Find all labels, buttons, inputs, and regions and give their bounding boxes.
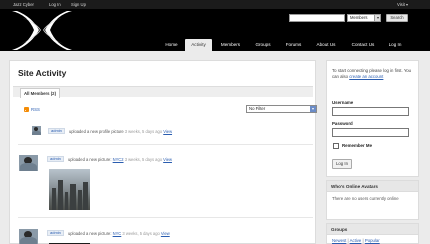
chevron-down-icon [374,15,380,21]
avatar[interactable] [19,155,38,171]
separator: | [347,238,349,243]
search-scope-value: Members [350,15,368,20]
nav-about-us[interactable]: About Us [309,39,343,51]
visit-label: Visit [397,2,405,7]
groups-newest-link[interactable]: Newest [332,238,346,243]
activity-action: uploaded a new picture: [68,156,112,162]
groups-filter-links: Newest | Active | Popular [332,238,380,243]
rss-feed[interactable]: RSS [24,106,40,112]
chevron-down-icon [406,3,409,6]
nav-home[interactable]: Home [158,39,185,51]
groups-popular-link[interactable]: Popular [365,238,380,243]
divider [18,144,313,145]
activity-action: uploaded a new profile picture [69,128,124,134]
activity-user-link[interactable]: admin [48,128,65,134]
activity-tabs: All Members (2) [13,86,313,98]
activity-time: 3 weeks, 5 days ago [122,230,160,236]
divider [18,217,313,218]
activity-text: uploaded a new picture: NYC2 3 weeks, 5 … [68,157,172,162]
activity-photo-link[interactable]: NYC2 [113,157,124,162]
activity-item: admin uploaded a new picture: NYC2 3 wee… [10,153,317,213]
rss-icon [24,106,29,112]
groups-title: Groups [327,224,418,235]
activity-view-link[interactable]: View [163,157,172,162]
password-label: Password [332,121,353,126]
activity-user-link[interactable]: admin [47,156,64,162]
activity-view-link[interactable]: View [161,231,170,236]
activity-time: 3 weeks, 5 days ago [124,128,163,134]
nav-forums[interactable]: Forums [280,39,307,51]
rss-link[interactable]: RSS [31,107,40,112]
login-widget: To start connecting please log in first.… [326,60,419,177]
main-content: Site Activity All Members (2) RSS No Fil… [9,60,317,244]
chevron-down-icon [310,106,316,112]
admin-bar-visit-menu[interactable]: Visit [397,2,409,7]
search-button[interactable]: Search [386,14,408,22]
whos-online-text: There are no users currently online [332,196,399,201]
separator: | [362,238,364,243]
create-account-link[interactable]: create an account [349,74,383,79]
admin-bar-signup-link[interactable]: Sign Up [71,2,86,7]
nav-contact-us[interactable]: Contact Us [345,39,381,51]
activity-photo-link[interactable]: NYC [113,231,122,236]
activity-text: uploaded a new picture: NYC 3 weeks, 5 d… [68,231,170,236]
username-label: Username [332,100,354,105]
admin-bar: Jazz Cyber Log In Sign Up Visit [0,0,430,9]
nav-activity[interactable]: Activity [185,39,212,51]
password-field[interactable] [332,128,409,137]
login-button[interactable]: Log In [332,159,352,169]
whos-online-widget: Who's Online Avatars There are no users … [326,180,419,220]
activity-user-link[interactable]: admin [47,230,64,236]
activity-text: uploaded a new profile picture 3 weeks, … [69,129,172,134]
groups-widget: Groups Newest | Active | Popular [326,223,419,244]
admin-bar-login-link[interactable]: Log In [49,2,61,7]
activity-filter-select[interactable]: No Filter [246,105,317,113]
page-title: Site Activity [18,68,67,78]
search-input[interactable] [289,14,345,22]
activity-photo-thumbnail[interactable] [49,169,90,210]
admin-bar-site-link[interactable]: Jazz Cyber [13,2,34,7]
tab-all-members[interactable]: All Members (2) [20,88,60,98]
activity-item: admin uploaded a new profile picture 3 w… [10,124,317,144]
login-intro: To start connecting please log in first.… [332,68,416,80]
activity-item: admin uploaded a new picture: NYC 3 week… [10,227,317,244]
activity-action: uploaded a new picture: [68,230,112,236]
whos-online-title: Who's Online Avatars [327,181,418,192]
avatar[interactable] [32,126,41,135]
nav-groups[interactable]: Groups [249,39,277,51]
activity-time: 3 weeks, 5 days ago [124,156,163,162]
activity-filter-value: No Filter [249,106,266,111]
site-header: Members Search Home Activity Members Gro… [0,9,430,51]
username-field[interactable] [332,107,409,116]
groups-active-link[interactable]: Active [350,238,362,243]
nav-login[interactable]: Log In [383,39,407,51]
main-nav: Home Activity Members Groups Forums Abou… [0,39,430,51]
avatar[interactable] [19,229,38,244]
remember-me-checkbox[interactable] [333,143,339,149]
remember-me-label: Remember Me [342,143,373,148]
nav-members[interactable]: Members [215,39,246,51]
search-scope-select[interactable]: Members [347,14,381,22]
activity-view-link[interactable]: View [163,129,172,134]
